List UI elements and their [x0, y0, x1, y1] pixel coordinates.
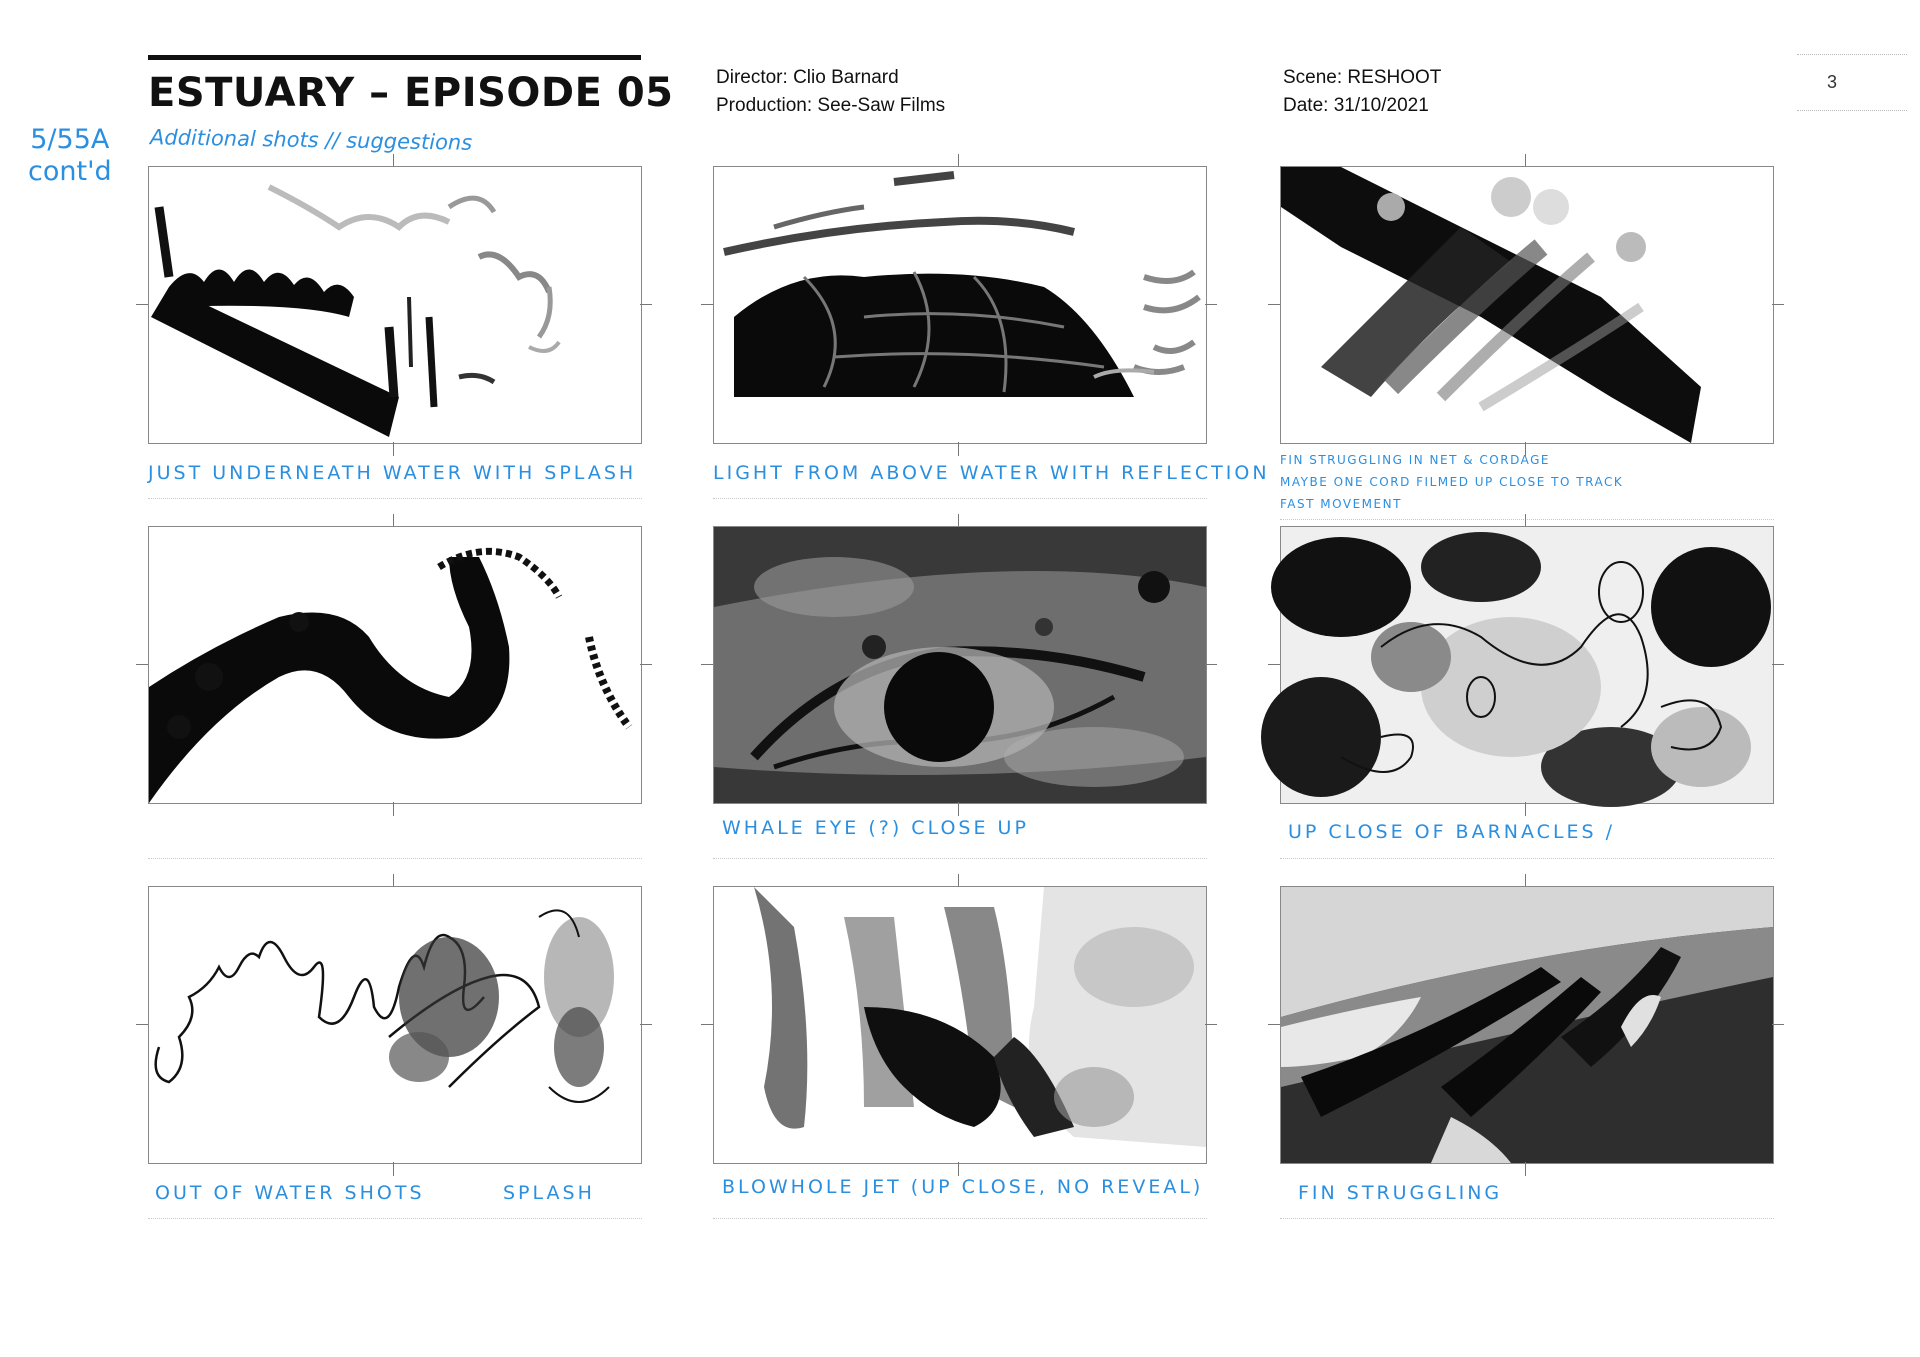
scene-ref-line2: cont'd	[28, 156, 112, 187]
date-text: Date: 31/10/2021	[1283, 95, 1429, 116]
storyboard-panel-8	[701, 874, 1217, 1176]
panel-7-sketch	[154, 909, 614, 1103]
panel-3-caption: FIN STRUGGLING IN NET & CORDAGE MAYBE ON…	[1280, 449, 1623, 515]
production-text: Production: See-Saw Films	[716, 95, 946, 116]
panel-4-sketch	[149, 547, 633, 803]
storyboard-panel-5	[701, 514, 1217, 816]
page-number: 3	[1826, 72, 1837, 92]
storyboard-panel-3	[1268, 154, 1784, 456]
panel-3-sketch	[1281, 167, 1701, 443]
panel-2-caption-line	[713, 498, 1207, 499]
panel-1-caption-line	[148, 498, 642, 499]
panel-8-caption: BLOWHOLE JET (UP CLOSE, NO REVEAL)	[722, 1176, 1204, 1198]
scene-ref-line1: 5/55A	[30, 124, 110, 155]
panel-3-caption-line2: MAYBE ONE CORD FILMED UP CLOSE TO TRACK	[1280, 475, 1624, 489]
panel-4-caption-line	[148, 858, 642, 859]
panel-7-caption: OUT OF WATER SHOTS	[155, 1182, 425, 1204]
storyboard-panel-6	[1261, 514, 1784, 816]
storyboard-panel-1	[136, 154, 652, 456]
panel-5-caption: WHALE EYE (?) CLOSE UP	[722, 817, 1029, 839]
page-title: ESTUARY – EPISODE 05	[148, 70, 674, 116]
panel-9-sketch	[1281, 887, 1773, 1163]
panel-6-sketch	[1261, 527, 1773, 807]
panel-2-sketch	[723, 171, 1201, 397]
panel-2-caption: LIGHT FROM ABOVE WATER WITH REFLECTION	[713, 462, 1270, 484]
storyboard-panel-2	[701, 154, 1217, 456]
storyboard-panel-7	[136, 874, 652, 1176]
panel-6-caption: UP CLOSE OF BARNACLES /	[1288, 821, 1616, 843]
page-number-rule-top	[1797, 54, 1907, 55]
panel-6-caption-line	[1280, 858, 1774, 859]
panel-8-sketch	[754, 887, 1206, 1147]
director-text: Director: Clio Barnard	[716, 67, 899, 88]
page-number-rule-bottom	[1797, 110, 1907, 111]
panel-1-caption: JUST UNDERNEATH WATER WITH SPLASH	[148, 462, 637, 484]
panel-1-sketch	[151, 184, 561, 437]
panel-3-caption-line1: FIN STRUGGLING IN NET & CORDAGE	[1280, 453, 1550, 467]
scene-text: Scene: RESHOOT	[1283, 67, 1442, 88]
panel-5-caption-line	[713, 858, 1207, 859]
panel-9-caption: FIN STRUGGLING	[1298, 1182, 1503, 1204]
panel-7-caption-line	[148, 1218, 642, 1219]
scene-reference-annotation: 5/55A cont'd	[28, 124, 112, 188]
storyboard-panel-4	[136, 514, 652, 816]
panel-7-caption-splash: SPLASH	[503, 1182, 595, 1204]
panel-3-caption-line3: FAST MOVEMENT	[1280, 497, 1402, 511]
panel-5-sketch	[714, 527, 1206, 803]
title-rule	[148, 55, 641, 60]
subtitle-annotation: Additional shots // suggestions	[149, 125, 473, 155]
production-info: Director: Clio Barnard Production: See-S…	[716, 64, 945, 120]
panel-9-caption-line	[1280, 1218, 1774, 1219]
scene-info: Scene: RESHOOT Date: 31/10/2021	[1283, 64, 1441, 120]
storyboard-panel-9	[1268, 874, 1784, 1176]
panel-3-caption-line	[1280, 519, 1774, 520]
panel-8-caption-line	[713, 1218, 1207, 1219]
